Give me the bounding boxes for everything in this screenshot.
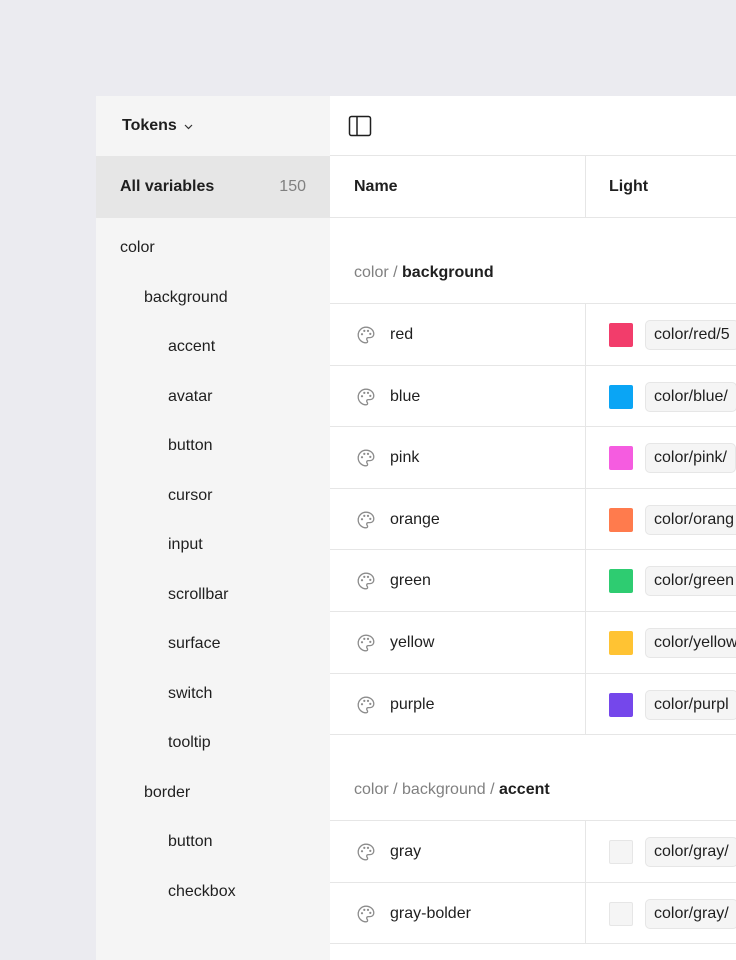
column-header-light[interactable]: Light [609, 156, 648, 218]
alias-value-chip[interactable]: color/blue/ [645, 381, 736, 412]
chevron-down-icon [184, 124, 193, 129]
palette-icon [356, 842, 376, 862]
palette-icon [356, 387, 376, 407]
table-row[interactable]: purple color/purpl [330, 673, 736, 736]
column-divider [585, 612, 586, 673]
sidebar-item-border[interactable]: border [96, 768, 330, 818]
alias-value-chip[interactable]: color/green [645, 566, 736, 597]
variable-name[interactable]: gray [390, 821, 421, 882]
sidebar-item-cursor[interactable]: cursor [96, 471, 330, 521]
alias-value-chip[interactable]: color/purpl [645, 689, 736, 720]
column-divider [585, 304, 586, 365]
color-swatch[interactable] [609, 569, 633, 594]
variables-window: Tokens All variables 150 color background… [96, 96, 736, 960]
sidebar-item-background[interactable]: background [96, 273, 330, 323]
table-row[interactable]: gray color/gray/ [330, 821, 736, 883]
collection-title: Tokens [122, 117, 177, 134]
palette-icon [356, 571, 376, 591]
table-row[interactable]: gray-bolder color/gray/ [330, 882, 736, 945]
variable-name[interactable]: red [390, 304, 413, 365]
group-path-segment: background [402, 781, 486, 799]
toolbar [330, 96, 736, 156]
group-path-segment: color [354, 781, 389, 799]
alias-value-chip[interactable]: color/red/5 [645, 320, 736, 350]
variable-name[interactable]: yellow [390, 612, 434, 673]
table-row[interactable]: yellow color/yellow [330, 612, 736, 674]
all-variables-label: All variables [120, 178, 215, 195]
sidebar: Tokens All variables 150 color background… [96, 96, 330, 960]
alias-value-chip[interactable]: color/pink/ [645, 443, 736, 474]
color-swatch[interactable] [609, 692, 633, 717]
path-separator: / [485, 781, 499, 799]
group-path-segment: accent [499, 781, 550, 799]
color-swatch[interactable] [609, 323, 633, 347]
sidebar-item-scrollbar[interactable]: scrollbar [96, 570, 330, 620]
table-row[interactable]: green color/green [330, 550, 736, 612]
variable-name[interactable]: green [390, 550, 431, 611]
sidebar-item-surface[interactable]: surface [96, 619, 330, 669]
column-header-name[interactable]: Name [354, 156, 398, 218]
column-divider [585, 365, 586, 427]
table-row[interactable]: pink color/pink/ [330, 427, 736, 489]
palette-icon [356, 695, 376, 715]
palette-icon [356, 448, 376, 468]
variable-name[interactable]: orange [390, 489, 440, 550]
path-separator: / [388, 781, 403, 799]
group-path: color / background / accent [354, 781, 550, 799]
palette-icon [356, 904, 376, 924]
sidebar-item-button[interactable]: button [96, 817, 330, 867]
all-variables-count: 150 [279, 178, 306, 195]
alias-value-chip[interactable]: color/yellow [645, 628, 736, 658]
color-swatch[interactable] [609, 507, 633, 532]
column-divider [585, 882, 586, 944]
variables-table: Name Light color / background red color/re… [330, 96, 736, 960]
variable-name[interactable]: blue [390, 366, 420, 427]
color-swatch[interactable] [609, 384, 633, 409]
sidebar-item-tooltip[interactable]: tooltip [96, 718, 330, 768]
group-header: color / background / accent [330, 735, 736, 822]
group-tree: color background accent avatar button cursor i… [96, 223, 330, 916]
variable-name[interactable]: pink [390, 427, 419, 488]
variable-name[interactable]: gray-bolder [390, 883, 471, 944]
sidebar-item-avatar[interactable]: avatar [96, 372, 330, 422]
sidebar-item-color[interactable]: color [96, 223, 330, 273]
palette-icon [356, 633, 376, 653]
group-path-segment: background [402, 264, 494, 281]
table-row[interactable]: orange color/orang [330, 488, 736, 551]
sidebar-panel-icon[interactable] [348, 115, 372, 137]
column-divider [585, 550, 586, 611]
palette-icon [356, 325, 376, 345]
alias-value-chip[interactable]: color/orang [645, 504, 736, 535]
column-divider [585, 488, 586, 550]
color-swatch[interactable] [609, 901, 633, 926]
column-divider [585, 673, 586, 735]
group-header: color / background [330, 218, 736, 304]
sidebar-item-switch[interactable]: switch [96, 669, 330, 719]
column-divider [585, 427, 586, 488]
alias-value-chip[interactable]: color/gray/ [645, 837, 736, 868]
sidebar-item-button[interactable]: button [96, 421, 330, 471]
column-divider [585, 156, 586, 218]
column-divider [585, 821, 586, 882]
alias-value-chip[interactable]: color/gray/ [645, 898, 736, 929]
path-separator: / [388, 264, 403, 281]
sidebar-item-input[interactable]: input [96, 520, 330, 570]
table-row[interactable]: blue color/blue/ [330, 365, 736, 428]
variable-name[interactable]: purple [390, 674, 434, 735]
sidebar-item-checkbox[interactable]: checkbox [96, 867, 330, 917]
sidebar-item-accent[interactable]: accent [96, 322, 330, 372]
sidebar-item-all-variables[interactable]: All variables 150 [96, 156, 330, 218]
color-swatch[interactable] [609, 631, 633, 655]
group-path-segment: color [354, 264, 389, 281]
column-header-row: Name Light [330, 156, 736, 218]
table-row[interactable]: red color/red/5 [330, 304, 736, 366]
palette-icon [356, 510, 376, 530]
color-swatch[interactable] [609, 446, 633, 471]
color-swatch[interactable] [609, 840, 633, 865]
collection-selector[interactable]: Tokens [96, 96, 330, 156]
group-path: color / background [354, 264, 494, 282]
